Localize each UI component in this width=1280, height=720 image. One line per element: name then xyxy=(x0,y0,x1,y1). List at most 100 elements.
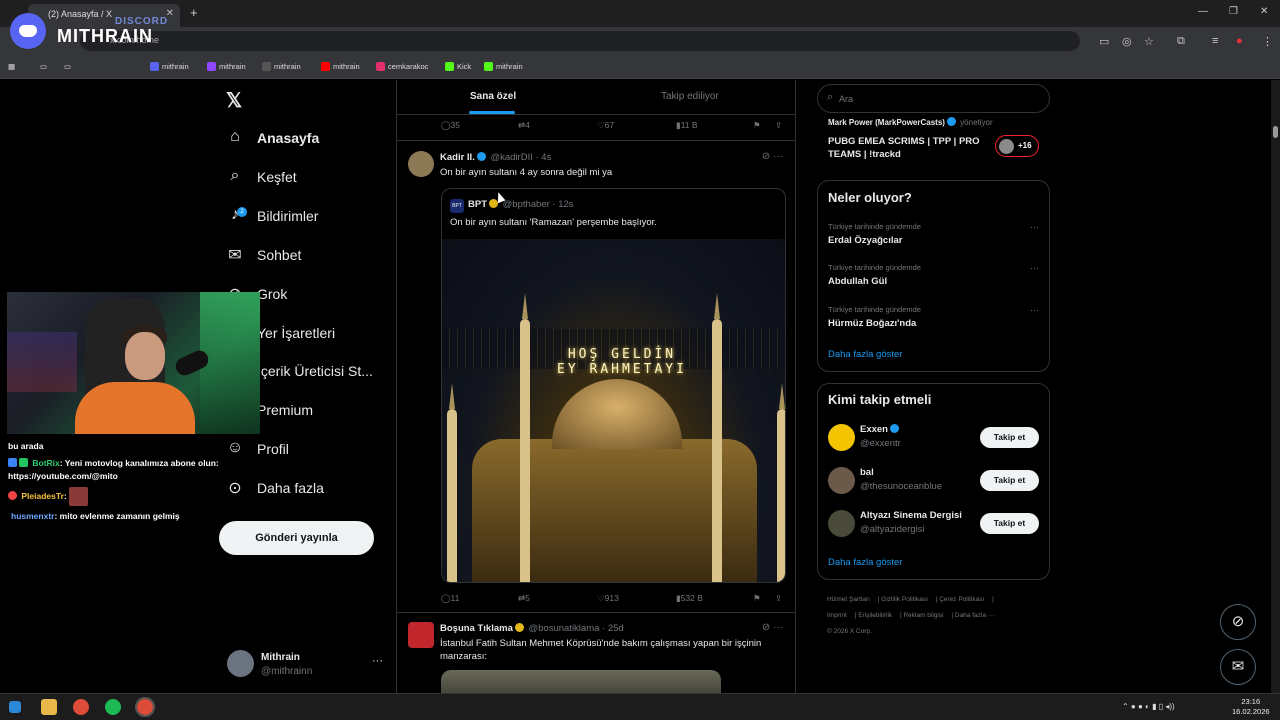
show-more-link[interactable]: Daha fazla göster xyxy=(828,349,902,360)
avatar[interactable] xyxy=(408,622,434,648)
follow-button[interactable]: Takip et xyxy=(980,427,1039,448)
footer-link[interactable]: Daha fazla ··· xyxy=(955,612,994,619)
profile-avatar-icon[interactable]: ● xyxy=(1236,35,1243,47)
share-icon[interactable]: ⇪ xyxy=(775,120,782,131)
tray-icons[interactable]: ⌃ ● ● ◐ ▮ ▯ ◂)) xyxy=(1122,702,1175,711)
close-window-icon[interactable]: ✕ xyxy=(1260,6,1268,17)
nav-label: Yer İşaretleri xyxy=(257,325,336,341)
spotify-icon[interactable] xyxy=(105,699,121,715)
follow-suggestion-name[interactable]: Altyazı Sinema Dergisi xyxy=(860,510,962,521)
like-button[interactable]: ♡ 67 xyxy=(597,120,614,131)
streamer-body xyxy=(75,382,195,434)
restore-icon[interactable]: ❐ xyxy=(1229,6,1238,17)
footer-link[interactable]: Reklam bilgisi xyxy=(903,612,943,619)
avatar[interactable] xyxy=(828,510,855,537)
quoted-post[interactable]: BPT BPT @bpthaber · 12s On bir ayın sult… xyxy=(441,188,786,583)
show-more-link[interactable]: Daha fazla göster xyxy=(828,557,902,568)
messages-fab-icon[interactable]: ✉ xyxy=(1220,649,1256,685)
bookmark-twitch[interactable]: mithrain xyxy=(207,62,246,71)
bookmark-instagram[interactable]: cemkarakoc xyxy=(376,62,428,71)
more-icon[interactable]: ··· xyxy=(1030,263,1039,273)
cast-icon[interactable]: ▭ xyxy=(1099,35,1109,48)
eye-off-icon[interactable]: ◎ xyxy=(1122,35,1132,48)
follow-suggestion-name[interactable]: Exxen xyxy=(860,424,901,435)
live-space-card[interactable]: Mark Power (MarkPowerCasts) yönetiyor PU… xyxy=(817,113,1050,168)
bookmark-icon[interactable]: ⚑ xyxy=(753,593,761,604)
channel-logo: MITHRAIN xyxy=(57,26,153,46)
tab-following[interactable]: Takip ediliyor xyxy=(661,91,719,102)
post-more-icon[interactable]: ⊘ ··· xyxy=(762,622,783,633)
folder-icon[interactable]: ▭ xyxy=(40,62,47,71)
nav-notifications[interactable]: ♪ 2 Bildirimler xyxy=(225,201,318,231)
emote-image xyxy=(69,487,89,506)
x-logo-icon[interactable]: 𝕏 xyxy=(226,88,242,113)
bookmark-kick[interactable]: Kick xyxy=(445,62,471,71)
follow-button[interactable]: Takip et xyxy=(980,513,1039,534)
footer-link[interactable]: Gizlilik Politikası xyxy=(881,596,928,603)
nav-more[interactable]: ⊙ Daha fazla xyxy=(225,473,324,503)
nav-home[interactable]: ⌂ Anasayfa xyxy=(225,123,319,153)
bookmark-icon[interactable]: ⚑ xyxy=(753,120,761,131)
avatar[interactable] xyxy=(828,424,855,451)
chrome-active-icon[interactable] xyxy=(135,697,155,717)
bookmark-x[interactable]: mithrain xyxy=(262,62,301,71)
more-icon[interactable]: ··· xyxy=(1030,222,1039,232)
bookmark-kick-2[interactable]: mithrain xyxy=(484,62,523,71)
follow-button[interactable]: Takip et xyxy=(980,470,1039,491)
like-button[interactable]: ♡ 913 xyxy=(597,593,619,604)
reply-button[interactable]: ◯ 11 xyxy=(441,593,459,604)
system-clock[interactable]: 23:16 16.02.2026 xyxy=(1232,697,1270,717)
post-kadir[interactable]: Kadir II. @kadirDII · 4s ⊘ ··· On bir ay… xyxy=(397,141,795,613)
post-more-icon[interactable]: ⊘ ··· xyxy=(762,151,783,162)
post-author[interactable]: Boşuna Tıklama @bosunatiklama · 25d xyxy=(440,623,624,634)
avatar[interactable] xyxy=(828,467,855,494)
share-icon[interactable]: ⇪ xyxy=(775,593,782,604)
address-bar[interactable]: x.com/home xyxy=(80,31,1080,51)
apps-grid-icon[interactable]: ▦ xyxy=(8,62,15,71)
minimize-icon[interactable]: — xyxy=(1198,6,1208,17)
follow-suggestion-name[interactable]: bal xyxy=(860,467,874,478)
post-image[interactable]: HOŞ GELDİN EY RAHMETAYI xyxy=(442,239,785,582)
bookmark-youtube[interactable]: mithrain xyxy=(321,62,360,71)
reply-button[interactable]: ◯ 35 xyxy=(441,120,460,131)
trend-name[interactable]: Erdal Özyağcılar xyxy=(828,235,902,246)
menu-kebab-icon[interactable]: ⋮ xyxy=(1262,35,1273,48)
post-author[interactable]: Kadir II. @kadirDII · 4s xyxy=(440,152,551,163)
windows-start-icon[interactable] xyxy=(9,701,21,713)
views-button[interactable]: ▮ 532 B xyxy=(676,593,703,604)
more-icon[interactable]: ··· xyxy=(372,655,383,667)
user-icon: ☺ xyxy=(226,439,244,456)
avatar[interactable] xyxy=(408,151,434,177)
search-input[interactable]: Ara xyxy=(817,84,1050,113)
nav-messages[interactable]: ✉ Sohbet xyxy=(225,240,301,270)
nav-profile[interactable]: ☺ Profil xyxy=(225,434,289,464)
listener-count[interactable]: +16 xyxy=(995,135,1039,157)
views-button[interactable]: ▮ 11 B xyxy=(676,120,698,131)
post-image-preview[interactable] xyxy=(441,670,721,693)
file-explorer-icon[interactable] xyxy=(41,699,57,715)
media-icon[interactable]: ≡ xyxy=(1212,35,1218,47)
footer-link[interactable]: Çerez Politikası xyxy=(939,596,984,603)
trend-name[interactable]: Abdullah Gül xyxy=(828,276,887,287)
tab-for-you[interactable]: Sana özel xyxy=(468,91,516,114)
bookmark-discord[interactable]: mithrain xyxy=(150,62,189,71)
grok-fab-icon[interactable]: ⊘ xyxy=(1220,604,1256,640)
extensions-icon[interactable]: ⧉ xyxy=(1177,35,1185,48)
scrollbar-thumb[interactable] xyxy=(1273,126,1278,138)
account-switcher[interactable]: Mithrain @mithrainn ··· xyxy=(227,650,387,680)
more-icon[interactable]: ··· xyxy=(1030,305,1039,315)
footer-link[interactable]: Hizmet Şartları xyxy=(827,596,870,603)
chrome-icon[interactable] xyxy=(73,699,89,715)
trend-name[interactable]: Hürmüz Boğazı'nda xyxy=(828,318,916,329)
page-scrollbar[interactable] xyxy=(1271,80,1280,693)
repost-button[interactable]: ⇄ 4 xyxy=(518,120,530,131)
repost-button[interactable]: ⇄ 5 xyxy=(518,593,530,604)
nav-explore[interactable]: ⌕ Keşfet xyxy=(225,162,297,192)
footer-link[interactable]: Imprint xyxy=(827,612,847,619)
post-button[interactable]: Gönderi yayınla xyxy=(219,521,374,555)
footer-link[interactable]: Erişilebilirlik xyxy=(858,612,892,619)
new-tab-icon[interactable]: + xyxy=(190,5,198,20)
star-icon[interactable]: ☆ xyxy=(1144,35,1154,48)
folder-icon[interactable]: ▭ xyxy=(64,62,71,71)
sub-badge-icon xyxy=(8,490,17,500)
